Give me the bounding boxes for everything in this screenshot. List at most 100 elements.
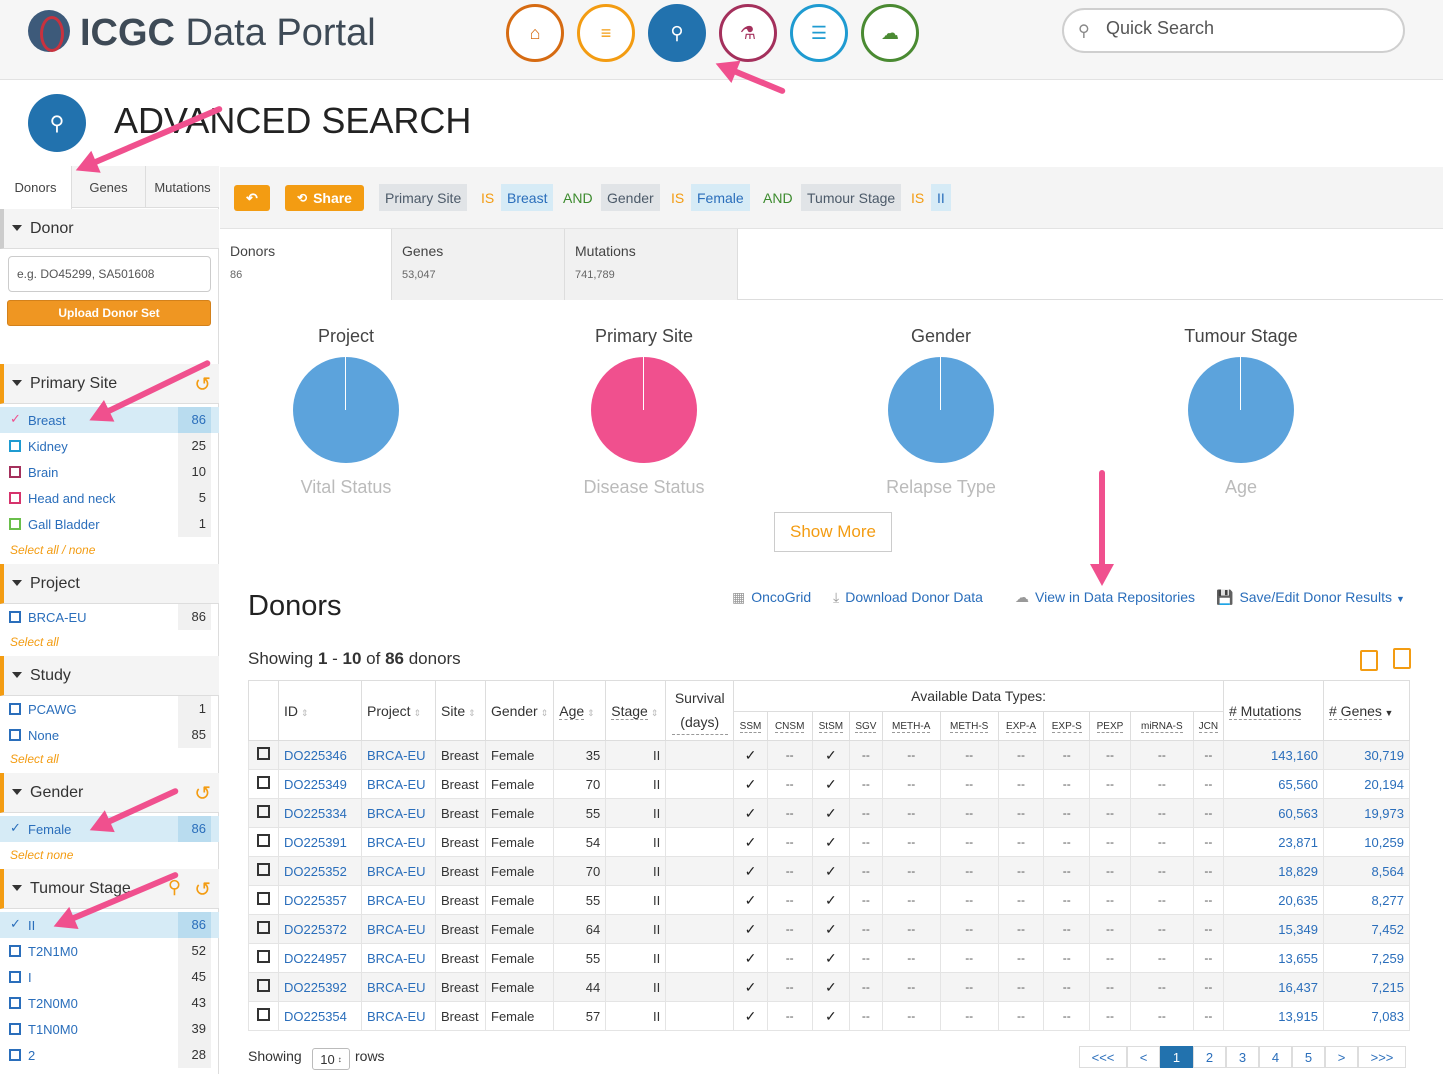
checkbox[interactable] [9, 1023, 21, 1035]
select-all-link[interactable]: Select all [10, 752, 59, 766]
cell-id[interactable]: DO225349 [278, 769, 362, 799]
undo-button[interactable]: ↶ [234, 185, 270, 211]
nav-flask-button[interactable]: ⚗ [719, 4, 777, 62]
donor-id-input[interactable] [8, 256, 211, 292]
facet-term-primary-site-3[interactable]: Head and neck 5 [0, 485, 219, 511]
checkbox[interactable] [257, 863, 270, 876]
row-select[interactable] [248, 798, 279, 828]
checkbox[interactable] [257, 979, 270, 992]
reset-icon[interactable]: ↺ [194, 372, 211, 397]
cell-id[interactable]: DO225352 [278, 856, 362, 886]
project-section-header[interactable]: Project [0, 564, 219, 604]
row-select[interactable] [248, 1001, 279, 1031]
cell-project[interactable]: BRCA-EU [361, 1001, 436, 1031]
rows-per-page-select[interactable]: 10 ↕ [312, 1048, 350, 1070]
checkbox[interactable] [9, 703, 21, 715]
cell-id[interactable]: DO225334 [278, 798, 362, 828]
page-button[interactable]: >>> [1358, 1046, 1406, 1068]
upload-donor-set-button[interactable]: Upload Donor Set [7, 300, 211, 326]
oncogrid-link[interactable]: ▦ OncoGrid [732, 589, 811, 606]
table-row[interactable]: DO225349 BRCA-EU Breast Female 70 II ✓ -- ✓ -- -- -… [248, 769, 1410, 799]
facet-term-project-0[interactable]: BRCA-EU 86 [0, 604, 219, 630]
row-select[interactable] [248, 740, 279, 770]
reset-icon[interactable]: ↺ [194, 877, 211, 902]
query-field[interactable]: Tumour Stage [801, 184, 902, 211]
pie-chart[interactable] [293, 357, 399, 463]
checkbox[interactable] [257, 1008, 270, 1021]
cell-genes[interactable]: 19,973 [1323, 798, 1410, 828]
row-select[interactable] [248, 972, 279, 1002]
checkbox[interactable] [257, 805, 270, 818]
cell-id[interactable]: DO225354 [278, 1001, 362, 1031]
facet-term-tumour-stage-2[interactable]: I 45 [0, 964, 219, 990]
page-button[interactable]: 3 [1226, 1046, 1259, 1068]
column-header-survival[interactable]: Survival (days) [665, 680, 735, 741]
table-row[interactable]: DO224957 BRCA-EU Breast Female 55 II ✓ -- ✓ -- -- -… [248, 943, 1410, 973]
cell-project[interactable]: BRCA-EU [361, 827, 436, 857]
facet-term-tumour-stage-0[interactable]: ✓ II 86 [0, 912, 219, 938]
cell-mutations[interactable]: 16,437 [1223, 972, 1324, 1002]
query-val[interactable]: II [931, 184, 951, 211]
pie-chart[interactable] [1188, 357, 1294, 463]
cell-id[interactable]: DO224957 [278, 943, 362, 973]
column-header-mutations[interactable]: # Mutations [1223, 680, 1324, 741]
gender-section-header[interactable]: Gender ↺ [0, 773, 219, 813]
pie-chart[interactable] [591, 357, 697, 463]
nav-list-button[interactable]: ≡ [577, 4, 635, 62]
table-row[interactable]: DO225391 BRCA-EU Breast Female 54 II ✓ -- ✓ -- -- -… [248, 827, 1410, 857]
quick-search[interactable]: ⚲ [1062, 8, 1405, 53]
cell-project[interactable]: BRCA-EU [361, 914, 436, 944]
checkbox[interactable] [257, 921, 270, 934]
cell-id[interactable]: DO225357 [278, 885, 362, 915]
checkbox[interactable] [9, 971, 21, 983]
share-button[interactable]: ⟲ Share [285, 185, 364, 211]
cell-mutations[interactable]: 143,160 [1223, 740, 1324, 770]
row-select[interactable] [248, 769, 279, 799]
tab-result-donors[interactable]: Donors 86 [220, 229, 392, 300]
facet-term-primary-site-1[interactable]: Kidney 25 [0, 433, 219, 459]
page-button[interactable]: 1 [1160, 1046, 1193, 1068]
cell-project[interactable]: BRCA-EU [361, 769, 436, 799]
checkbox[interactable] [9, 518, 21, 530]
cell-genes[interactable]: 10,259 [1323, 827, 1410, 857]
nav-database-button[interactable]: ☰ [790, 4, 848, 62]
cell-project[interactable]: BRCA-EU [361, 943, 436, 973]
page-button[interactable]: <<< [1079, 1046, 1127, 1068]
row-select[interactable] [248, 914, 279, 944]
download-donor-data-link[interactable]: ⤓ Download Donor Data [833, 589, 983, 606]
cell-genes[interactable]: 7,083 [1323, 1001, 1410, 1031]
nav-search-button[interactable]: ⚲ [648, 4, 706, 62]
query-val[interactable]: Female [691, 184, 750, 211]
facet-term-tumour-stage-3[interactable]: T2N0M0 43 [0, 990, 219, 1016]
column-header-age[interactable]: Age ⇕ [553, 680, 607, 741]
checkbox[interactable] [9, 611, 21, 623]
cell-project[interactable]: BRCA-EU [361, 740, 436, 770]
query-field[interactable]: Primary Site [379, 184, 468, 211]
cell-project[interactable]: BRCA-EU [361, 972, 436, 1002]
column-header-site[interactable]: Site ⇕ [435, 680, 486, 741]
export-file-icon[interactable] [1360, 650, 1378, 671]
cell-mutations[interactable]: 13,655 [1223, 943, 1324, 973]
cell-genes[interactable]: 7,259 [1323, 943, 1410, 973]
column-header-stage[interactable]: Stage ⇕ [605, 680, 667, 741]
pie-chart[interactable] [888, 357, 994, 463]
icgc-logo-icon[interactable] [28, 10, 70, 52]
page-button[interactable]: 5 [1292, 1046, 1325, 1068]
nav-cloud-download-button[interactable]: ☁ [861, 4, 919, 62]
query-val[interactable]: Breast [501, 184, 554, 211]
facet-term-primary-site-4[interactable]: Gall Bladder 1 [0, 511, 219, 537]
donor-section-header[interactable]: Donor [0, 209, 219, 249]
cell-id[interactable]: DO225346 [278, 740, 362, 770]
checkbox[interactable] [9, 997, 21, 1009]
cell-genes[interactable]: 7,452 [1323, 914, 1410, 944]
cell-mutations[interactable]: 23,871 [1223, 827, 1324, 857]
facet-term-tumour-stage-1[interactable]: T2N1M0 52 [0, 938, 219, 964]
study-section-header[interactable]: Study [0, 656, 219, 696]
select-all-link[interactable]: Select all / none [10, 543, 95, 557]
page-button[interactable]: > [1325, 1046, 1358, 1068]
cell-mutations[interactable]: 65,560 [1223, 769, 1324, 799]
table-row[interactable]: DO225346 BRCA-EU Breast Female 35 II ✓ -- ✓ -- -- -… [248, 740, 1410, 770]
checkbox[interactable] [257, 892, 270, 905]
table-row[interactable]: DO225392 BRCA-EU Breast Female 44 II ✓ -- ✓ -- -- -… [248, 972, 1410, 1002]
cell-mutations[interactable]: 15,349 [1223, 914, 1324, 944]
